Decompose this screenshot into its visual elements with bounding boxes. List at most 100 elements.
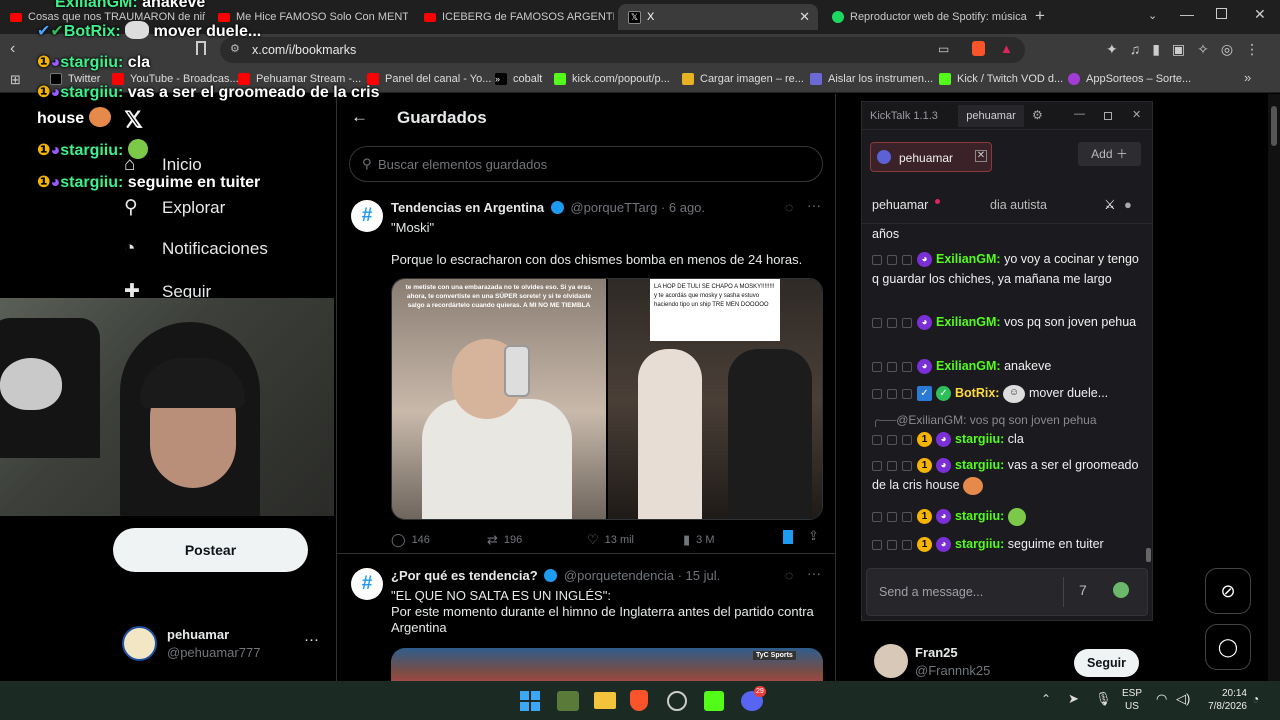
kt-close-icon[interactable]: ✕	[1132, 108, 1141, 121]
message-username[interactable]: BotRix:	[955, 386, 999, 400]
brave-browser-icon[interactable]	[630, 690, 648, 711]
mod-action-icon[interactable]	[902, 361, 912, 372]
tab-youtube-3[interactable]: ICEBERG de FAMOSOS ARGENTINOS	[424, 4, 614, 30]
tweet[interactable]: # Tendencias en Argentina @porqueTTarg ·…	[337, 188, 835, 554]
reply-button[interactable]: ◯ 146	[391, 532, 430, 548]
input-language[interactable]: ESP US	[1122, 687, 1142, 713]
reply-context[interactable]: ╭──@ExilianGM: vos pq son joven pehua	[872, 410, 1142, 430]
mod-action-icon[interactable]	[902, 317, 912, 328]
page-scrollbar[interactable]	[1268, 94, 1280, 681]
clock[interactable]: 20:14 7/8/2026	[1201, 687, 1247, 713]
tweet-media[interactable]: TyC Sports	[391, 648, 823, 681]
grok-icon[interactable]: ◌	[785, 199, 793, 215]
more-bookmarks-icon[interactable]: »	[1244, 70, 1251, 85]
bookmark-page-icon[interactable]	[196, 41, 206, 55]
new-tab-icon[interactable]: +	[1035, 6, 1045, 26]
mod-action-icon[interactable]	[902, 388, 912, 399]
like-button[interactable]: ♡ 13 mil	[587, 532, 634, 548]
chat-input[interactable]: Send a message... 7	[866, 568, 1148, 616]
message-username[interactable]: ExilianGM:	[936, 315, 1001, 329]
mod-action-icon[interactable]	[887, 460, 897, 471]
tray-app-icon[interactable]: ➤	[1068, 691, 1079, 707]
mod-action-icon[interactable]	[887, 254, 897, 265]
hashtag-avatar-icon[interactable]: #	[351, 568, 383, 600]
mod-action-icon[interactable]	[887, 539, 897, 550]
media-image-left[interactable]: te metiste con una embarazada no te olvi…	[392, 279, 606, 519]
avatar[interactable]	[122, 626, 157, 661]
mod-action-icon[interactable]	[902, 434, 912, 445]
mod-action-icon[interactable]	[887, 317, 897, 328]
suggestion-name[interactable]: Fran25	[915, 645, 958, 660]
chat-message[interactable]: 1 ◕ stargiiu: seguime en tuiter	[872, 534, 1142, 554]
account-menu-icon[interactable]: ···	[304, 631, 319, 648]
chat-message[interactable]: ✓ ✓ BotRix: ☺ mover duele...	[872, 383, 1142, 403]
hashtag-avatar-icon[interactable]: #	[351, 200, 383, 232]
tab-list-chevron-icon[interactable]: ⌄	[1148, 9, 1157, 22]
add-channel-button[interactable]: Add ＋	[1078, 142, 1141, 166]
search-input[interactable]: ⚲ Buscar elementos guardados	[349, 146, 823, 182]
tab-x-active[interactable]: 𝕏 X ✕	[618, 4, 818, 30]
tab-spotify[interactable]: Reproductor web de Spotify: música	[832, 4, 1027, 30]
chat-scrollbar-thumb[interactable]	[1146, 548, 1151, 562]
mod-action-icon[interactable]	[872, 539, 882, 550]
chat-message[interactable]: 1 ◕ stargiiu: cla	[872, 429, 1142, 449]
tweet-more-icon[interactable]: ···	[807, 565, 821, 581]
chat-message[interactable]: 1 ◕ stargiiu:	[872, 506, 1142, 526]
tab-dia-autista[interactable]: dia autista	[990, 198, 1047, 212]
brave-shields-icon[interactable]	[972, 41, 985, 56]
messages-button-icon[interactable]: ◯	[1205, 624, 1251, 670]
address-bar[interactable]: ⚙ x.com/i/bookmarks ▭ ▲	[220, 37, 1025, 63]
game-app-icon[interactable]	[557, 691, 579, 711]
mod-action-icon[interactable]	[872, 388, 882, 399]
file-explorer-icon[interactable]	[594, 692, 616, 709]
chat-message[interactable]: ◕ ExilianGM: yo voy a cocinar y tengo q g…	[872, 249, 1142, 289]
chat-message[interactable]: años	[872, 224, 1142, 244]
tweet-date[interactable]: · 6 ago.	[661, 200, 705, 215]
chat-message[interactable]: ◕ ExilianGM: vos pq son joven pehua	[872, 312, 1142, 332]
follow-button[interactable]: Seguir	[1074, 649, 1139, 677]
windows-start-icon[interactable]	[520, 691, 540, 711]
bookmark-kick-popout[interactable]: kick.com/popout/p...	[554, 71, 670, 87]
suggestion-avatar[interactable]	[874, 644, 908, 678]
notifications-bell-icon[interactable]: ◔	[1252, 692, 1259, 706]
post-button[interactable]: Postear	[113, 528, 308, 572]
emote-picker-icon[interactable]	[1113, 582, 1129, 598]
window-close-icon[interactable]: ✕	[1254, 6, 1266, 23]
tweet-more-icon[interactable]: ···	[807, 197, 821, 213]
kt-minimize-icon[interactable]: —	[1074, 108, 1085, 120]
back-icon[interactable]: ‹	[10, 40, 15, 58]
user-icon[interactable]: ●	[1124, 197, 1132, 212]
wifi-icon[interactable]: ◠	[1156, 691, 1167, 707]
close-tab-icon[interactable]: ✕	[799, 9, 810, 25]
message-username[interactable]: ExilianGM:	[936, 359, 1001, 373]
mod-action-icon[interactable]	[902, 511, 912, 522]
remove-channel-icon[interactable]: ✕	[975, 150, 987, 162]
mod-action-icon[interactable]	[872, 317, 882, 328]
toolbar-extension-icons[interactable]: ✦♫▮▣✧◎⋮	[1106, 41, 1271, 58]
obs-icon[interactable]	[667, 691, 687, 711]
mod-sword-icon[interactable]: ⚔	[1104, 197, 1116, 213]
bookmark-kick-twitch-vod[interactable]: Kick / Twitch VOD d...	[939, 71, 1063, 87]
bookmark-filled-icon[interactable]	[783, 530, 793, 544]
tweet-date[interactable]: · 15 jul.	[678, 568, 721, 583]
mod-action-icon[interactable]	[872, 361, 882, 372]
apps-grid-icon[interactable]: ⊞	[10, 72, 21, 88]
grok-button-icon[interactable]: ⊘	[1205, 568, 1251, 614]
tray-overflow-icon[interactable]: ⌃	[1041, 692, 1051, 706]
tweet[interactable]: # ¿Por qué es tendencia? @porquetendenci…	[337, 556, 835, 681]
bookmark-aislar-instrumentos[interactable]: Aislar los instrumen...	[810, 71, 933, 87]
mod-action-icon[interactable]	[887, 511, 897, 522]
7tv-emote-icon[interactable]: 7	[1079, 582, 1087, 598]
mod-action-icon[interactable]	[872, 254, 882, 265]
tweet-author-name[interactable]: ¿Por qué es tendencia?	[391, 568, 538, 583]
share-icon[interactable]: ⇪	[808, 528, 819, 544]
tweet-media[interactable]: te metiste con una embarazada no te olvi…	[391, 278, 823, 520]
x-logo-icon[interactable]: 𝕏	[124, 107, 142, 133]
bookmark-appsorteos[interactable]: AppSorteos – Sorte...	[1068, 71, 1191, 87]
message-username[interactable]: ExilianGM:	[936, 252, 1001, 266]
bookmark-cobalt[interactable]: » cobalt	[495, 71, 542, 87]
mod-action-icon[interactable]	[887, 434, 897, 445]
mod-action-icon[interactable]	[902, 539, 912, 550]
channel-chip[interactable]: pehuamar ✕	[870, 142, 992, 172]
tab-pehuamar[interactable]: pehuamar	[872, 198, 928, 212]
